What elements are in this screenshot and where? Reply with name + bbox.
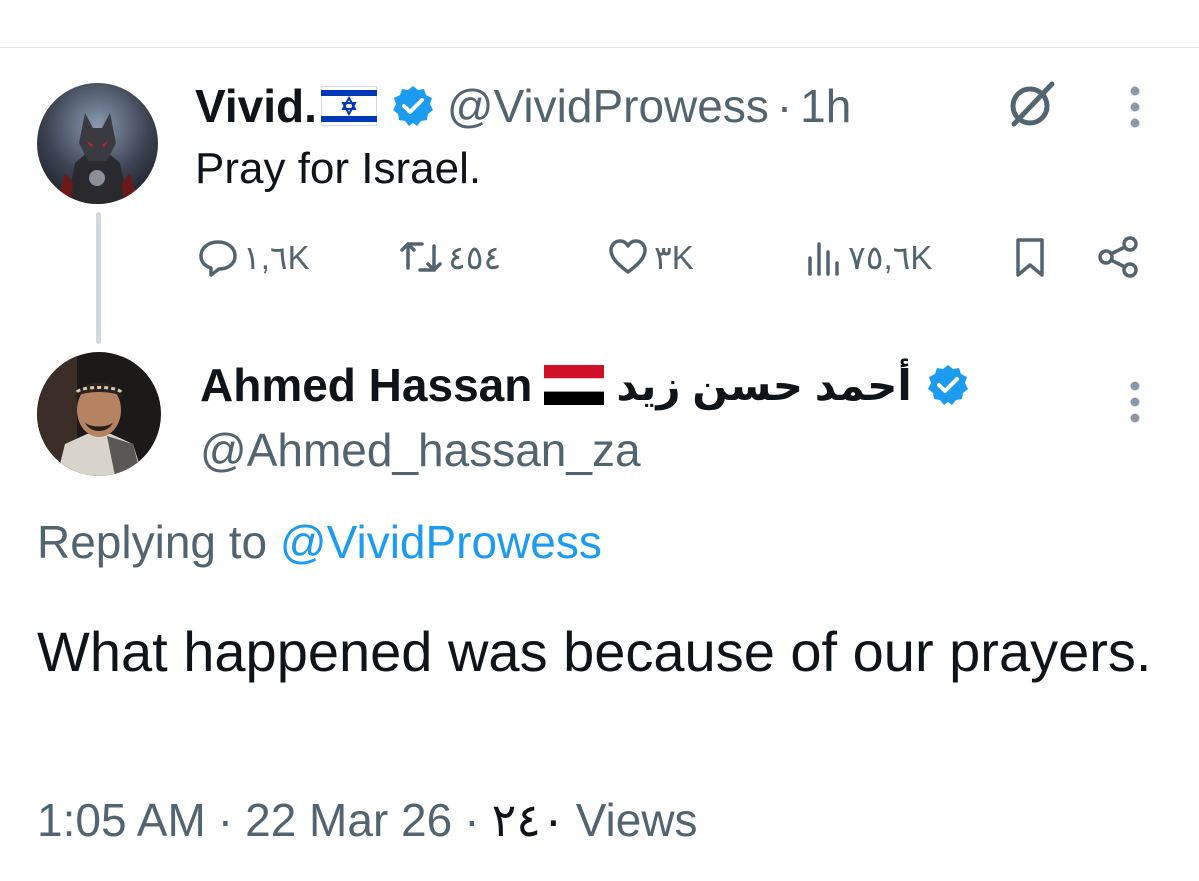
verified-badge-icon[interactable] (926, 363, 970, 407)
views-chart-icon (802, 236, 844, 278)
handle[interactable]: @VividProwess (447, 79, 769, 133)
replying-prefix: Replying to (37, 516, 268, 568)
views-count: ٧٥,٦K (848, 238, 933, 276)
replying-to: Replying to @VividProwess (37, 515, 602, 569)
retweet-icon (398, 236, 444, 278)
tweet-1-action-bar: ١,٦K ٤٥٤ ٣K ٧٥,٦K (0, 232, 1199, 282)
share-icon (1095, 235, 1141, 279)
verified-badge-icon[interactable] (391, 84, 435, 128)
retweet-count: ٤٥٤ (448, 238, 502, 276)
separator-dot: · (776, 80, 793, 132)
views-count: ٢٤٠ (491, 794, 566, 846)
separator-dot: · (217, 794, 234, 846)
like-count: ٣K (654, 238, 694, 276)
reply-button[interactable]: ١,٦K (197, 232, 310, 282)
more-options-icon[interactable] (1128, 85, 1142, 129)
yemen-flag-icon (544, 365, 605, 405)
tweet-2-meta: 1:05 AM · 22 Mar 26 · ٢٤٠ Views (37, 793, 698, 847)
more-options-icon[interactable] (1128, 380, 1142, 424)
like-button[interactable]: ٣K (606, 232, 694, 282)
separator-dot: · (464, 794, 480, 846)
israel-flag-icon (320, 86, 377, 126)
grok-icon[interactable] (1004, 80, 1058, 130)
share-button[interactable] (1095, 232, 1141, 282)
retweet-button[interactable]: ٤٥٤ (398, 232, 501, 282)
views-label: Views (575, 794, 698, 846)
reply-count: ١,٦K (243, 238, 310, 276)
tweet-1-header: Vivid. @VividProwess · 1h (195, 78, 851, 134)
tweet-timestamp[interactable]: 1:05 AM (37, 793, 206, 847)
bookmark-button[interactable] (1012, 232, 1048, 282)
avatar-ahmed[interactable] (37, 352, 161, 476)
tweet-time[interactable]: 1h (800, 79, 851, 133)
bookmark-icon (1012, 235, 1048, 279)
tweet-date[interactable]: 22 Mar 26 (245, 793, 452, 847)
tweet-2-text: What happened was because of our prayers… (37, 620, 1152, 683)
avatar-vivid[interactable] (37, 83, 158, 204)
views-button[interactable]: ٧٥,٦K (802, 232, 932, 282)
reply-icon (197, 236, 239, 278)
top-divider (0, 47, 1199, 48)
handle[interactable]: @Ahmed_hassan_za (200, 423, 641, 477)
heart-icon (606, 236, 650, 278)
display-name[interactable]: Vivid. (195, 79, 317, 133)
replying-to-handle-link[interactable]: @VividProwess (280, 516, 602, 568)
display-name[interactable]: Ahmed Hassan (200, 358, 532, 412)
tweet-1-text: Pray for Israel. (195, 144, 482, 193)
tweet-2-header: Ahmed Hassan أحمد حسن زيد (200, 355, 970, 415)
arabic-display-name[interactable]: أحمد حسن زيد (616, 361, 911, 410)
